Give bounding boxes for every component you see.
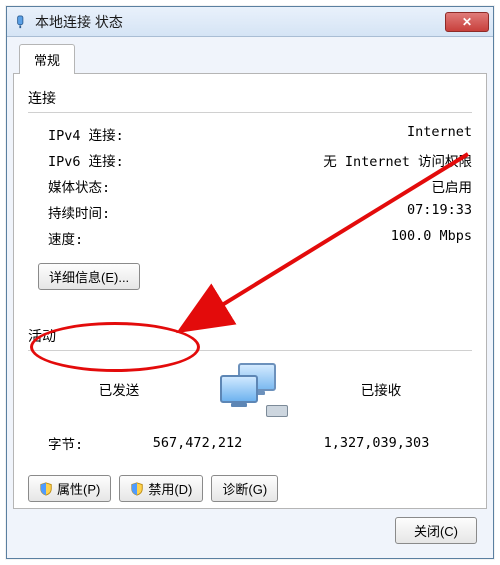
group-connection-heading: 连接 <box>28 88 472 108</box>
group-activity-heading: 活动 <box>28 326 472 346</box>
divider <box>28 350 472 351</box>
details-button[interactable]: 详细信息(E)... <box>38 263 140 290</box>
network-activity-icon <box>210 361 290 417</box>
shield-icon <box>130 482 144 496</box>
value-duration: 07:19:33 <box>407 202 472 222</box>
label-ipv6: IPv6 连接: <box>48 150 124 170</box>
bytes-label: 字节: <box>48 433 108 453</box>
diagnose-label: 诊断(G) <box>222 479 267 498</box>
row-ipv4: IPv4 连接: Internet <box>28 121 472 147</box>
activity-graphic-row: 已发送 已接收 <box>28 361 472 417</box>
row-speed: 速度: 100.0 Mbps <box>28 225 472 251</box>
divider <box>28 112 472 113</box>
disable-label: 禁用(D) <box>148 479 192 498</box>
recv-bytes: 1,327,039,303 <box>287 435 466 451</box>
close-button[interactable]: 关闭(C) <box>395 517 477 544</box>
recv-label: 已接收 <box>290 379 472 399</box>
titlebar: 本地连接 状态 ✕ <box>7 7 493 37</box>
network-icon <box>15 15 29 29</box>
label-speed: 速度: <box>48 228 83 248</box>
label-media: 媒体状态: <box>48 176 110 196</box>
properties-button[interactable]: 属性(P) <box>28 475 111 502</box>
label-ipv4: IPv4 连接: <box>48 124 124 144</box>
label-duration: 持续时间: <box>48 202 110 222</box>
properties-label: 属性(P) <box>57 479 100 498</box>
tab-general[interactable]: 常规 <box>19 44 75 74</box>
value-ipv6: 无 Internet 访问权限 <box>323 150 472 170</box>
shield-icon <box>39 482 53 496</box>
value-speed: 100.0 Mbps <box>391 228 472 248</box>
status-dialog: 本地连接 状态 ✕ 常规 <box>6 6 494 559</box>
value-media: 已启用 <box>432 176 473 196</box>
window-title: 本地连接 状态 <box>35 12 445 32</box>
value-ipv4: Internet <box>407 124 472 144</box>
close-icon: ✕ <box>462 15 472 29</box>
row-media: 媒体状态: 已启用 <box>28 173 472 199</box>
diagnose-button[interactable]: 诊断(G) <box>211 475 278 502</box>
bytes-row: 字节: 567,472,212 1,327,039,303 <box>28 423 472 457</box>
disable-button[interactable]: 禁用(D) <box>119 475 203 502</box>
row-ipv6: IPv6 连接: 无 Internet 访问权限 <box>28 147 472 173</box>
sent-label: 已发送 <box>28 379 210 399</box>
window-close-button[interactable]: ✕ <box>445 12 489 32</box>
row-duration: 持续时间: 07:19:33 <box>28 199 472 225</box>
tab-panel-general: 连接 IPv4 连接: Internet IPv6 连接: 无 Internet… <box>13 73 487 509</box>
sent-bytes: 567,472,212 <box>108 435 287 451</box>
